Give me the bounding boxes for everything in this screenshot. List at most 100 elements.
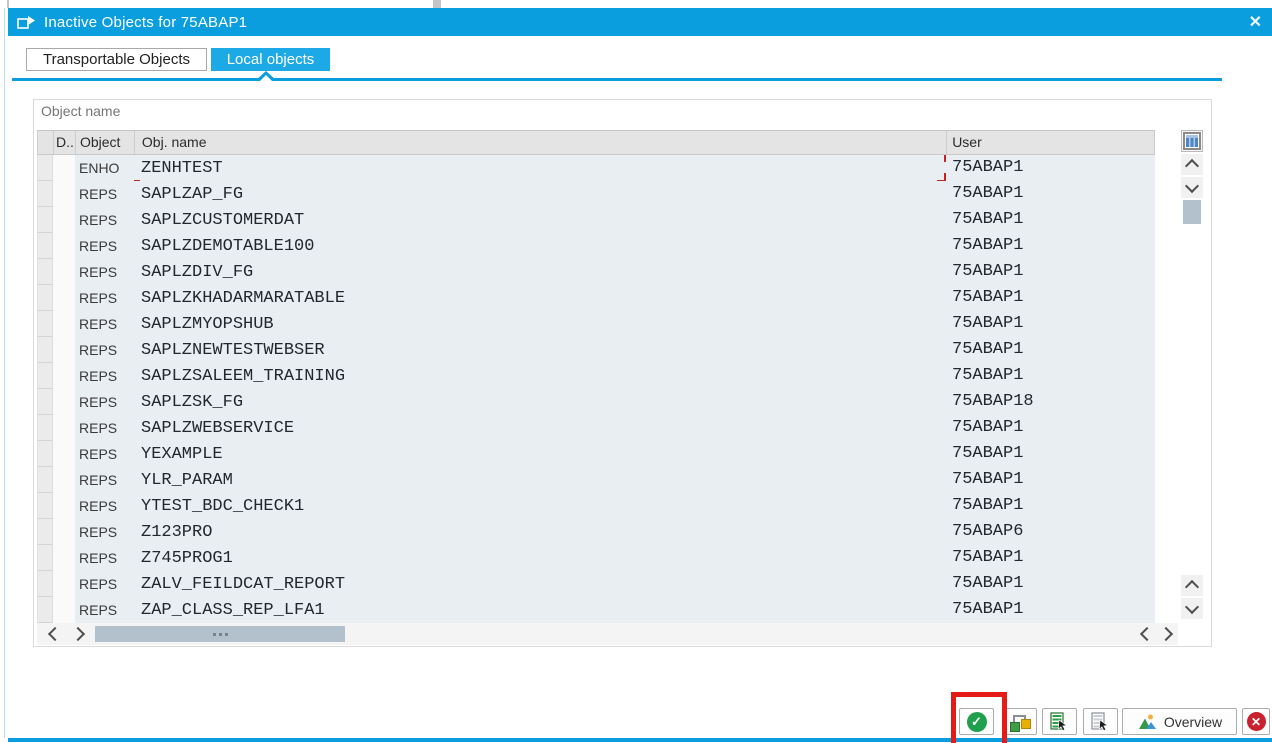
header-obj-name[interactable]: Obj. name bbox=[135, 131, 947, 154]
cell-user[interactable]: 75ABAP1 bbox=[947, 467, 1155, 493]
cell-object-type[interactable]: REPS bbox=[75, 597, 134, 623]
header-d[interactable]: D.. bbox=[54, 131, 76, 154]
cell-user[interactable]: 75ABAP1 bbox=[947, 493, 1155, 519]
cell-object-type[interactable]: REPS bbox=[75, 207, 134, 233]
row-selector-cell[interactable] bbox=[37, 155, 53, 181]
scroll-right-button[interactable] bbox=[68, 623, 90, 645]
select-detail-button[interactable] bbox=[1042, 708, 1077, 735]
cell-object-name[interactable]: SAPLZSALEEM_TRAINING bbox=[134, 363, 947, 389]
table-row[interactable]: REPS SAPLZCUSTOMERDAT 75ABAP1 bbox=[37, 207, 1155, 233]
row-selector-cell[interactable] bbox=[37, 207, 53, 233]
table-row[interactable]: REPS SAPLZKHADARMARATABLE 75ABAP1 bbox=[37, 285, 1155, 311]
table-row[interactable]: REPS SAPLZDEMOTABLE100 75ABAP1 bbox=[37, 233, 1155, 259]
cell-object-name[interactable]: SAPLZDEMOTABLE100 bbox=[134, 233, 947, 259]
cell-object-type[interactable]: REPS bbox=[75, 493, 134, 519]
horizontal-scrollbar-thumb[interactable] bbox=[95, 626, 345, 642]
cell-object-type[interactable]: REPS bbox=[75, 389, 134, 415]
cell-user[interactable]: 75ABAP1 bbox=[947, 441, 1155, 467]
cell-object-type[interactable]: REPS bbox=[75, 363, 134, 389]
table-row[interactable]: REPS YEXAMPLE 75ABAP1 bbox=[37, 441, 1155, 467]
display-detail-button[interactable] bbox=[1083, 708, 1118, 735]
cell-user[interactable]: 75ABAP1 bbox=[947, 363, 1155, 389]
cell-object-name[interactable]: SAPLZWEBSERVICE bbox=[134, 415, 947, 441]
row-selector-cell[interactable] bbox=[37, 285, 53, 311]
overview-button[interactable]: Overview bbox=[1122, 708, 1237, 735]
cell-object-name[interactable]: ZENHTEST bbox=[134, 155, 947, 181]
cell-object-name[interactable]: YEXAMPLE bbox=[134, 441, 947, 467]
cell-object-name[interactable]: Z123PRO bbox=[134, 519, 947, 545]
cell-object-name[interactable]: Z745PROG1 bbox=[134, 545, 947, 571]
cell-user[interactable]: 75ABAP1 bbox=[947, 181, 1155, 207]
header-user[interactable]: User bbox=[947, 131, 1155, 154]
cell-user[interactable]: 75ABAP1 bbox=[947, 285, 1155, 311]
cell-object-type[interactable]: REPS bbox=[75, 415, 134, 441]
cell-object-type[interactable]: REPS bbox=[75, 467, 134, 493]
scroll-page-down-button[interactable] bbox=[1181, 598, 1203, 619]
table-row[interactable]: REPS YTEST_BDC_CHECK1 75ABAP1 bbox=[37, 493, 1155, 519]
cell-user[interactable]: 75ABAP1 bbox=[947, 597, 1155, 623]
cell-object-name[interactable]: SAPLZKHADARMARATABLE bbox=[134, 285, 947, 311]
row-selector-cell[interactable] bbox=[37, 493, 53, 519]
row-selector-cell[interactable] bbox=[37, 519, 53, 545]
cell-object-type[interactable]: REPS bbox=[75, 259, 134, 285]
table-row[interactable]: REPS YLR_PARAM 75ABAP1 bbox=[37, 467, 1155, 493]
table-row[interactable]: REPS ZAP_CLASS_REP_LFA1 75ABAP1 bbox=[37, 597, 1155, 623]
cell-user[interactable]: 75ABAP1 bbox=[947, 207, 1155, 233]
table-row[interactable]: REPS Z123PRO 75ABAP6 bbox=[37, 519, 1155, 545]
scroll-down-button[interactable] bbox=[1181, 177, 1203, 198]
table-row[interactable]: REPS SAPLZDIV_FG 75ABAP1 bbox=[37, 259, 1155, 285]
row-selector-cell[interactable] bbox=[37, 415, 53, 441]
cell-user[interactable]: 75ABAP1 bbox=[947, 415, 1155, 441]
table-row[interactable]: ENHO ZENHTEST 75ABAP1 bbox=[37, 155, 1155, 181]
cell-user[interactable]: 75ABAP1 bbox=[947, 155, 1155, 181]
cell-object-type[interactable]: REPS bbox=[75, 311, 134, 337]
cell-object-type[interactable]: REPS bbox=[75, 441, 134, 467]
cell-user[interactable]: 75ABAP1 bbox=[947, 337, 1155, 363]
scroll-right-button[interactable] bbox=[1156, 623, 1178, 645]
cell-user[interactable]: 75ABAP6 bbox=[947, 519, 1155, 545]
cell-object-name[interactable]: SAPLZMYOPSHUB bbox=[134, 311, 947, 337]
cell-user[interactable]: 75ABAP1 bbox=[947, 571, 1155, 597]
cancel-button[interactable]: ✕ bbox=[1242, 708, 1270, 735]
cell-object-name[interactable]: SAPLZCUSTOMERDAT bbox=[134, 207, 947, 233]
cell-object-type[interactable]: REPS bbox=[75, 545, 134, 571]
cell-object-name[interactable]: ZAP_CLASS_REP_LFA1 bbox=[134, 597, 947, 623]
cell-object-type[interactable]: REPS bbox=[75, 571, 134, 597]
table-row[interactable]: REPS SAPLZNEWTESTWEBSER 75ABAP1 bbox=[37, 337, 1155, 363]
table-row[interactable]: REPS SAPLZSK_FG 75ABAP18 bbox=[37, 389, 1155, 415]
cell-object-type[interactable]: REPS bbox=[75, 337, 134, 363]
row-selector-cell[interactable] bbox=[37, 571, 53, 597]
row-selector-cell[interactable] bbox=[37, 467, 53, 493]
close-icon[interactable]: ✕ bbox=[1249, 12, 1262, 32]
row-selector-cell[interactable] bbox=[37, 337, 53, 363]
cell-object-name[interactable]: ZALV_FEILDCAT_REPORT bbox=[134, 571, 947, 597]
row-selector-cell[interactable] bbox=[37, 545, 53, 571]
row-selector-cell[interactable] bbox=[37, 363, 53, 389]
row-selector-cell[interactable] bbox=[37, 441, 53, 467]
cell-user[interactable]: 75ABAP1 bbox=[947, 311, 1155, 337]
cell-object-type[interactable]: REPS bbox=[75, 181, 134, 207]
cell-object-type[interactable]: REPS bbox=[75, 519, 134, 545]
row-selector-cell[interactable] bbox=[37, 259, 53, 285]
table-row[interactable]: REPS SAPLZAP_FG 75ABAP1 bbox=[37, 181, 1155, 207]
row-selector-cell[interactable] bbox=[37, 181, 53, 207]
row-selector-cell[interactable] bbox=[37, 597, 53, 623]
cell-object-type[interactable]: REPS bbox=[75, 233, 134, 259]
cell-object-name[interactable]: SAPLZNEWTESTWEBSER bbox=[134, 337, 947, 363]
scroll-left-button[interactable] bbox=[1134, 623, 1156, 645]
cell-object-name[interactable]: YTEST_BDC_CHECK1 bbox=[134, 493, 947, 519]
table-row[interactable]: REPS ZALV_FEILDCAT_REPORT 75ABAP1 bbox=[37, 571, 1155, 597]
cell-user[interactable]: 75ABAP1 bbox=[947, 233, 1155, 259]
header-selector[interactable] bbox=[38, 131, 54, 154]
table-row[interactable]: REPS SAPLZMYOPSHUB 75ABAP1 bbox=[37, 311, 1155, 337]
scroll-up-button[interactable] bbox=[1181, 154, 1203, 175]
scroll-left-button[interactable] bbox=[42, 623, 64, 645]
table-row[interactable]: REPS SAPLZWEBSERVICE 75ABAP1 bbox=[37, 415, 1155, 441]
vertical-scrollbar-thumb[interactable] bbox=[1183, 200, 1201, 224]
table-row[interactable]: REPS SAPLZSALEEM_TRAINING 75ABAP1 bbox=[37, 363, 1155, 389]
cell-user[interactable]: 75ABAP1 bbox=[947, 259, 1155, 285]
tab-local-objects[interactable]: Local objects bbox=[211, 48, 330, 71]
row-selector-cell[interactable] bbox=[37, 389, 53, 415]
cell-user[interactable]: 75ABAP18 bbox=[947, 389, 1155, 415]
table-row[interactable]: REPS Z745PROG1 75ABAP1 bbox=[37, 545, 1155, 571]
